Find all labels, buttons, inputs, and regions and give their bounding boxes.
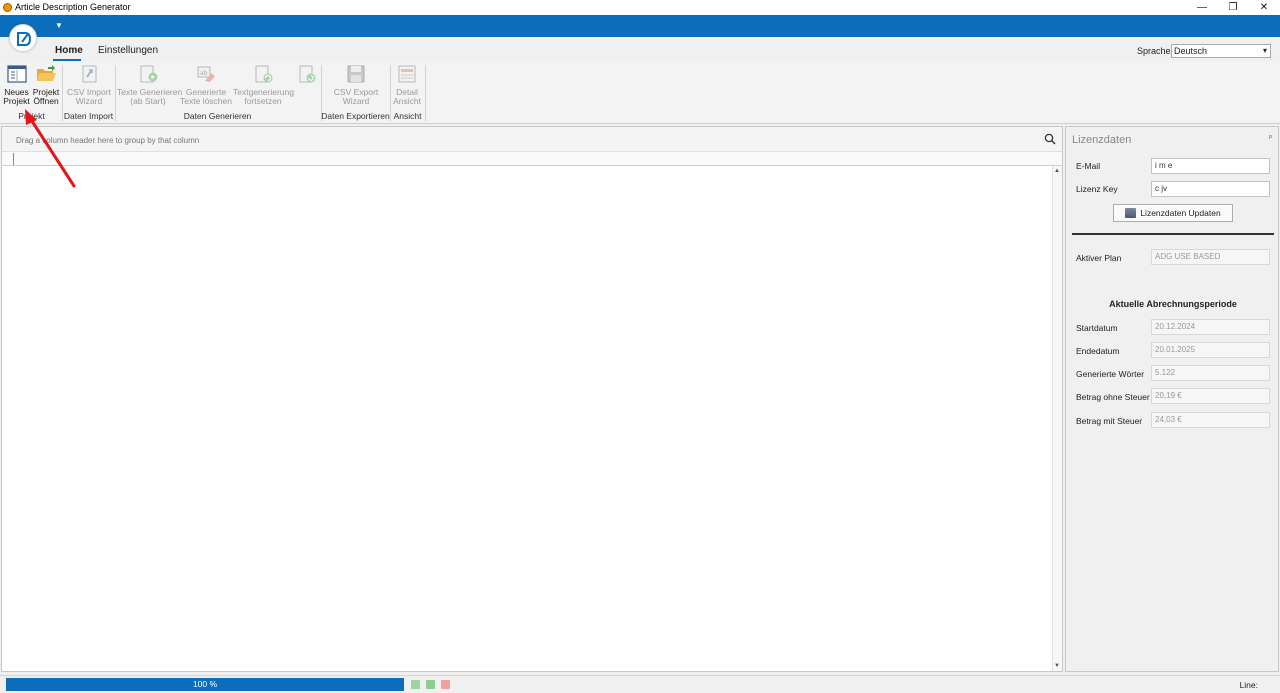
open-project-label: Projekt Öffnen	[32, 87, 60, 106]
update-license-button[interactable]: Lizenzdaten Updaten	[1113, 204, 1233, 222]
status-stop-icon[interactable]	[441, 680, 450, 689]
scroll-up-icon[interactable]: ▲	[1054, 168, 1060, 174]
csv-export-wizard-label: CSV Export Wizard	[333, 87, 379, 106]
email-field[interactable]: i m e	[1151, 158, 1270, 174]
generated-words-label: Generierte Wörter	[1076, 369, 1145, 379]
group-by-hint: Drag a column header here to group by th…	[16, 136, 200, 145]
detail-view-label: Detail Ansicht	[393, 87, 421, 106]
start-date-label: Startdatum	[1076, 323, 1118, 333]
start-date-field: 20.12.2024	[1151, 319, 1270, 335]
continue-generation-label: Textgenerierung fortsetzen	[233, 87, 294, 106]
new-project-button[interactable]: Neues Projekt	[3, 63, 30, 106]
svg-text:ab: ab	[200, 70, 208, 77]
license-panel-title: Lizenzdaten	[1072, 134, 1132, 146]
continue-generation-icon	[252, 63, 274, 85]
csv-export-wizard-button[interactable]: CSV Export Wizard	[330, 63, 382, 106]
ribbon-tabs: Home Einstellungen	[0, 41, 1280, 61]
tab-einstellungen[interactable]: Einstellungen	[98, 45, 158, 56]
search-icon[interactable]	[1044, 133, 1056, 145]
open-project-button[interactable]: Projekt Öffnen	[32, 63, 60, 106]
open-folder-icon	[35, 63, 57, 85]
license-update-icon	[1125, 208, 1137, 218]
status-ok-icon[interactable]	[411, 680, 420, 689]
continue-generation-button[interactable]: Textgenerierung fortsetzen	[233, 63, 294, 106]
amount-gross-field: 24,03 €	[1151, 412, 1270, 428]
ribbon-separator	[425, 65, 426, 121]
refresh-icon	[296, 63, 318, 85]
chevron-down-icon: ▾	[1262, 46, 1267, 55]
delete-generated-texts-button[interactable]: ab Generierte Texte löschen	[180, 63, 232, 106]
active-plan-label: Aktiver Plan	[1076, 253, 1122, 263]
scroll-down-icon[interactable]: ▼	[1054, 663, 1060, 669]
quick-access-bar	[0, 15, 1280, 37]
group-label-daten-import: Daten Import	[63, 111, 114, 121]
group-label-projekt: Projekt	[18, 111, 45, 121]
generate-texts-icon	[137, 63, 159, 85]
line-label: Line:	[1239, 680, 1258, 690]
new-project-icon	[6, 63, 28, 85]
csv-export-icon	[345, 63, 367, 85]
title-bar: Article Description Generator — ❐ ✕	[0, 0, 1280, 15]
end-date-field: 20.01.2025	[1151, 342, 1270, 358]
language-select[interactable]: Deutsch ▾	[1171, 44, 1271, 58]
group-label-ansicht: Ansicht	[393, 111, 422, 121]
status-run-icon[interactable]	[426, 680, 435, 689]
status-bar: 100 % Line:	[0, 675, 1280, 693]
csv-import-icon	[78, 63, 100, 85]
amount-gross-label: Betrag mit Steuer	[1076, 416, 1143, 426]
license-key-field[interactable]: c jv	[1151, 181, 1270, 197]
delete-generated-texts-label: Generierte Texte löschen	[180, 87, 232, 106]
row-indicator-header	[13, 153, 15, 165]
group-by-panel[interactable]: Drag a column header here to group by th…	[2, 127, 1062, 152]
generate-texts-button[interactable]: Texte Generieren (ab Start)	[117, 63, 183, 106]
close-button[interactable]: ✕	[1249, 0, 1279, 15]
minimize-button[interactable]: —	[1187, 0, 1217, 15]
window-title: Article Description Generator	[15, 2, 131, 12]
license-key-label: Lizenz Key	[1076, 184, 1118, 194]
group-label-daten-generieren: Daten Generieren	[183, 111, 252, 121]
group-label-daten-exportieren: Daten Exportieren	[321, 111, 390, 121]
maximize-button[interactable]: ❐	[1218, 0, 1248, 15]
license-panel: Lizenzdaten ᵖ E-Mail i m e Lizenz Key c …	[1065, 126, 1279, 672]
email-label: E-Mail	[1076, 161, 1101, 171]
ribbon: Neues Projekt Projekt Öffnen Projekt CSV…	[0, 61, 1280, 124]
csv-import-wizard-button[interactable]: CSV Import Wizard	[64, 63, 114, 106]
language-label: Sprache:	[1137, 46, 1174, 56]
billing-period-title: Aktuelle Abrechnungsperiode	[1109, 299, 1237, 309]
vertical-scrollbar[interactable]: ▲ ▼	[1052, 166, 1062, 671]
progress-bar: 100 %	[6, 678, 404, 691]
update-license-label: Lizenzdaten Updaten	[1140, 208, 1221, 218]
pin-icon[interactable]: ᵖ	[1269, 133, 1272, 142]
generated-words-field: 5.122	[1151, 365, 1270, 381]
new-project-label: Neues Projekt	[3, 87, 30, 106]
csv-import-wizard-label: CSV Import Wizard	[67, 87, 111, 106]
delete-texts-icon: ab	[195, 63, 217, 85]
app-icon	[3, 3, 12, 12]
refresh-button[interactable]	[295, 63, 319, 88]
detail-view-icon	[396, 63, 418, 85]
generate-texts-label: Texte Generieren (ab Start)	[117, 87, 183, 106]
detail-view-button[interactable]: Detail Ansicht	[392, 63, 422, 106]
tab-home[interactable]: Home	[55, 45, 83, 56]
language-value: Deutsch	[1174, 46, 1208, 56]
column-header-row[interactable]	[2, 152, 1062, 166]
amount-net-field: 20,19 €	[1151, 388, 1270, 404]
panel-divider	[1072, 233, 1274, 235]
data-grid[interactable]: Drag a column header here to group by th…	[1, 126, 1063, 672]
active-plan-field: ADG USE BASED	[1151, 249, 1270, 265]
quick-access-dropdown-icon[interactable]: ▼	[55, 21, 63, 30]
amount-net-label: Betrag ohne Steuer	[1076, 392, 1150, 402]
end-date-label: Endedatum	[1076, 346, 1120, 356]
